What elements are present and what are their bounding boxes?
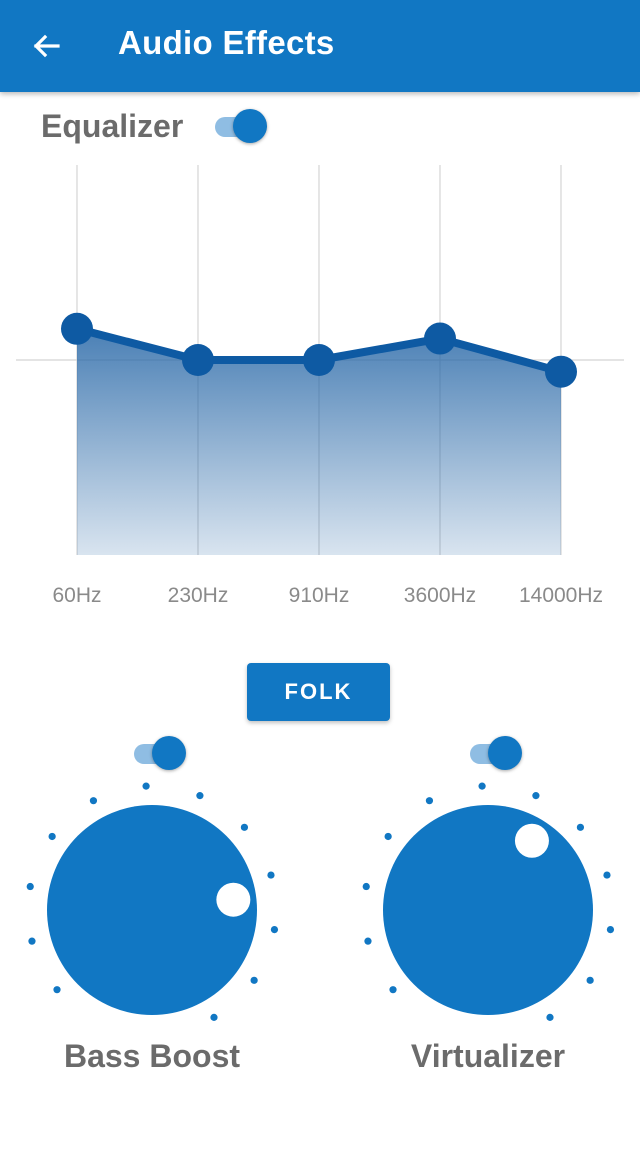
virtualizer-scale-dot xyxy=(606,925,615,934)
virtualizer-knob-indicator[interactable] xyxy=(514,823,549,858)
virtualizer-scale-dot xyxy=(362,882,370,891)
virtualizer-scale-dot xyxy=(384,832,392,841)
arrow-left-icon xyxy=(33,34,60,58)
bass-boost-knob-indicator[interactable] xyxy=(216,882,251,917)
eq-band-handle-910hz[interactable] xyxy=(303,344,335,376)
freq-label-230hz: 230Hz xyxy=(167,584,229,607)
equalizer-label: Equalizer xyxy=(41,108,184,144)
virtualizer-scale-dot xyxy=(603,871,611,879)
freq-label-910hz: 910Hz xyxy=(288,584,350,607)
bass-boost-scale-dot xyxy=(250,976,258,984)
page-title: Audio Effects xyxy=(118,24,335,61)
bass-boost-scale-dot xyxy=(210,1013,218,1021)
virtualizer-scale-dot xyxy=(546,1013,554,1021)
back-button[interactable] xyxy=(26,26,66,66)
bass-boost-scale-dot xyxy=(89,797,98,805)
bass-boost-scale-dot xyxy=(240,823,249,831)
bass-boost-scale-dot xyxy=(28,937,36,945)
bass-boost-label: Bass Boost xyxy=(63,1038,241,1074)
freq-label-14000hz: 14000Hz xyxy=(518,584,604,607)
virtualizer-label: Virtualizer xyxy=(410,1038,566,1074)
bass-boost-knob[interactable] xyxy=(20,780,284,1030)
virtualizer-scale-dot xyxy=(586,976,594,984)
eq-band-handle-3600hz[interactable] xyxy=(424,322,456,355)
virtualizer-scale-dot xyxy=(425,797,434,805)
virtualizer-scale-dot xyxy=(576,823,585,831)
eq-band-handle-14000hz[interactable] xyxy=(545,355,577,388)
freq-label-60hz: 60Hz xyxy=(52,584,102,607)
bass-boost-scale-dot xyxy=(26,882,34,891)
bass-boost-scale-dot xyxy=(270,925,279,934)
freq-label-3600hz: 3600Hz xyxy=(403,584,477,607)
virtualizer-scale-dot xyxy=(389,986,397,994)
bass-boost-scale-dot xyxy=(196,792,204,800)
virtualizer-scale-dot xyxy=(364,937,372,945)
toggle-thumb xyxy=(233,109,267,143)
virtualizer-scale-dot xyxy=(478,782,486,790)
bass-boost-scale-dot xyxy=(267,871,275,879)
bass-boost-scale-dot xyxy=(53,986,61,994)
bass-boost-toggle[interactable] xyxy=(132,736,188,772)
bass-boost-scale-dot xyxy=(48,832,56,841)
virtualizer-knob[interactable] xyxy=(356,780,620,1030)
equalizer-graph xyxy=(16,165,624,555)
app-bar: Audio Effects xyxy=(0,0,640,92)
preset-button[interactable]: FOLK xyxy=(247,663,390,721)
virtualizer-toggle[interactable] xyxy=(468,736,524,772)
virtualizer-knob-body[interactable] xyxy=(383,805,593,1015)
toggle-thumb xyxy=(152,736,186,770)
eq-band-handle-230hz[interactable] xyxy=(182,344,214,376)
virtualizer-scale-dot xyxy=(532,792,540,800)
toggle-thumb xyxy=(488,736,522,770)
equalizer-toggle[interactable] xyxy=(213,109,269,145)
bass-boost-scale-dot xyxy=(142,782,150,790)
eq-band-handle-60hz[interactable] xyxy=(61,312,93,345)
